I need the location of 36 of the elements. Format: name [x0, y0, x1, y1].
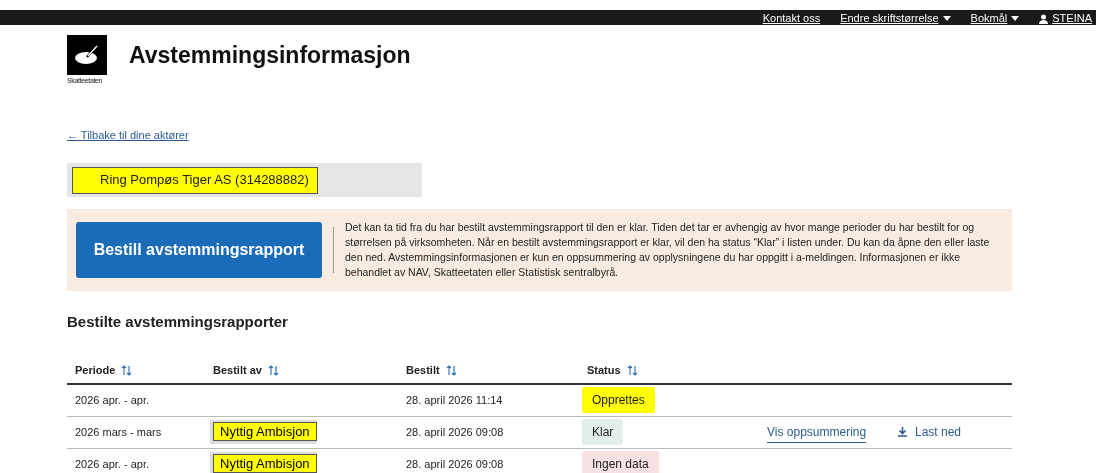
top-bar-link[interactable]: Bokmål: [970, 13, 1008, 24]
section-title: Bestilte avstemmingsrapporter: [67, 312, 289, 332]
download-link[interactable]: Last ned: [915, 423, 962, 441]
table-cell-text: 28. april 2026 09:08: [405, 424, 505, 440]
table-cell-text: 2026 mars - mars: [74, 424, 163, 440]
column-header[interactable]: Status: [587, 361, 621, 379]
order-report-button[interactable]: Bestill avstemmingsrapport: [76, 222, 322, 278]
user-icon: [1039, 13, 1049, 24]
top-bar-link[interactable]: STEINA: [1052, 13, 1092, 24]
status-badge: Ingen data: [582, 451, 659, 473]
sort-icon[interactable]: [626, 364, 638, 376]
download-icon[interactable]: [898, 427, 907, 437]
caret-icon: [1011, 16, 1020, 21]
sort-icon[interactable]: [267, 364, 279, 376]
logo-icon: [74, 45, 100, 65]
column-header[interactable]: Periode: [75, 361, 116, 379]
organization-name: Ring Pompøs Tiger AS (314288882): [72, 166, 318, 194]
column-header[interactable]: Bestilt: [406, 361, 440, 379]
back-link[interactable]: ← Tilbake til dine aktører: [67, 127, 189, 144]
page-title: Avstemmingsinformasjon: [129, 41, 411, 71]
info-text: Det kan ta tid fra du har bestilt avstemmingsrapport til den er klar. Tiden det tar er avhengig av hvor mange perioder du har bestilt for og størrelsen på virksomheten. Når en bestilt avstemmingsrapport er klar, vil den ha status “Klar” i listen under. Du kan da åpne den eller laste den ned. Avstemmingsinformasjonen er kun en oppsummering av opplysningene du har oppgitt i a-meldingen. Informasjonen er ikke behandlet av NAV, Skatteetaten eller Statistisk sentralbyrå.: [345, 220, 991, 280]
table-cell-text: 2026 apr. - apr.: [74, 456, 150, 472]
column-header[interactable]: Bestilt av: [213, 361, 262, 379]
table-cell-text: 28. april 2026 11:14: [405, 392, 504, 408]
status-badge: Klar: [582, 419, 624, 445]
top-bar-link[interactable]: Kontakt oss: [762, 13, 821, 24]
name-label: Nyttig Ambisjon: [213, 422, 317, 442]
name-label: Nyttig Ambisjon: [213, 454, 317, 473]
table-cell-text: 2026 apr. - apr.: [74, 392, 150, 408]
summary-link[interactable]: Vis oppsummering: [767, 425, 867, 443]
sort-icon[interactable]: [121, 364, 133, 376]
caret-icon: [942, 16, 951, 21]
top-bar-link[interactable]: Endre skriftstørrelse: [840, 13, 939, 24]
status-badge: Opprettes: [582, 387, 655, 413]
sort-icon[interactable]: [445, 364, 457, 376]
table-cell-text: 28. april 2026 09:08: [405, 456, 505, 472]
